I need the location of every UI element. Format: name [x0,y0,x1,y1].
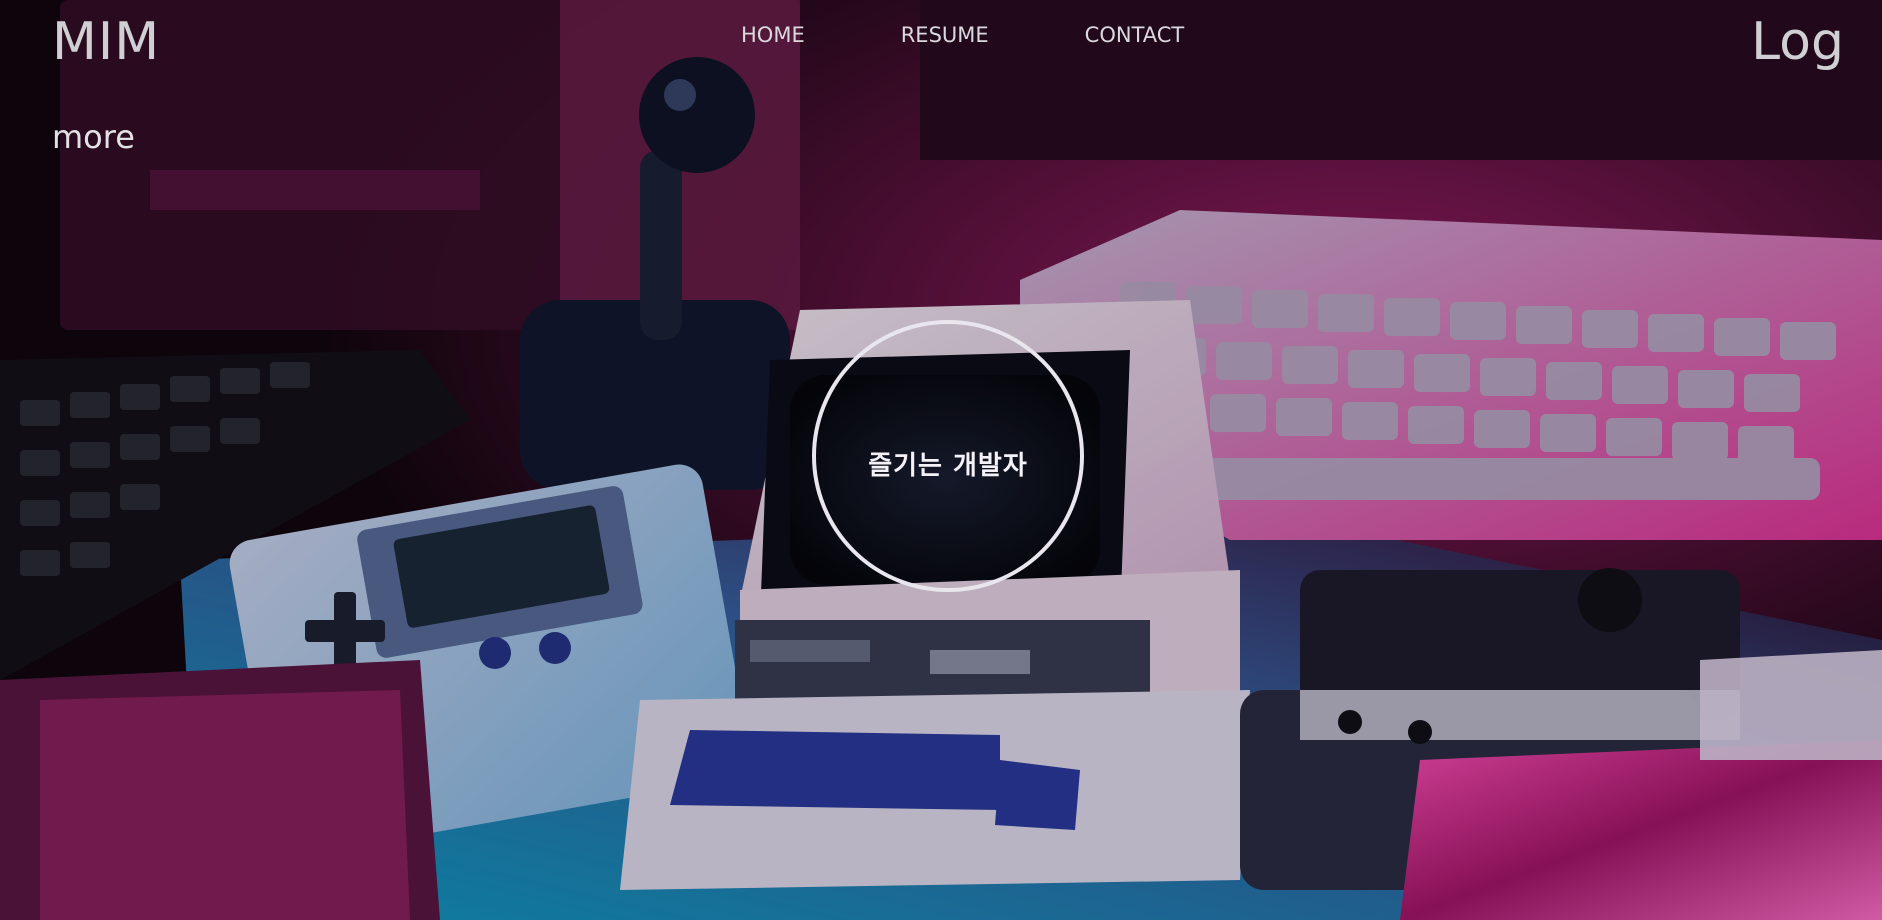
hero-circle-badge: 즐기는 개발자 [812,320,1084,592]
nav-link-home[interactable]: HOME [741,22,805,48]
page: MIM HOME RESUME CONTACT Log more 즐기는 개발자 [0,0,1882,920]
main-nav: HOME RESUME CONTACT [741,22,1184,48]
log-link[interactable]: Log [1751,13,1844,71]
nav-link-resume[interactable]: RESUME [901,22,989,48]
brand-logo[interactable]: MIM [52,13,160,71]
nav-link-contact[interactable]: CONTACT [1085,22,1185,48]
more-link[interactable]: more [52,118,135,156]
hero-circle-text: 즐기는 개발자 [868,450,1028,481]
